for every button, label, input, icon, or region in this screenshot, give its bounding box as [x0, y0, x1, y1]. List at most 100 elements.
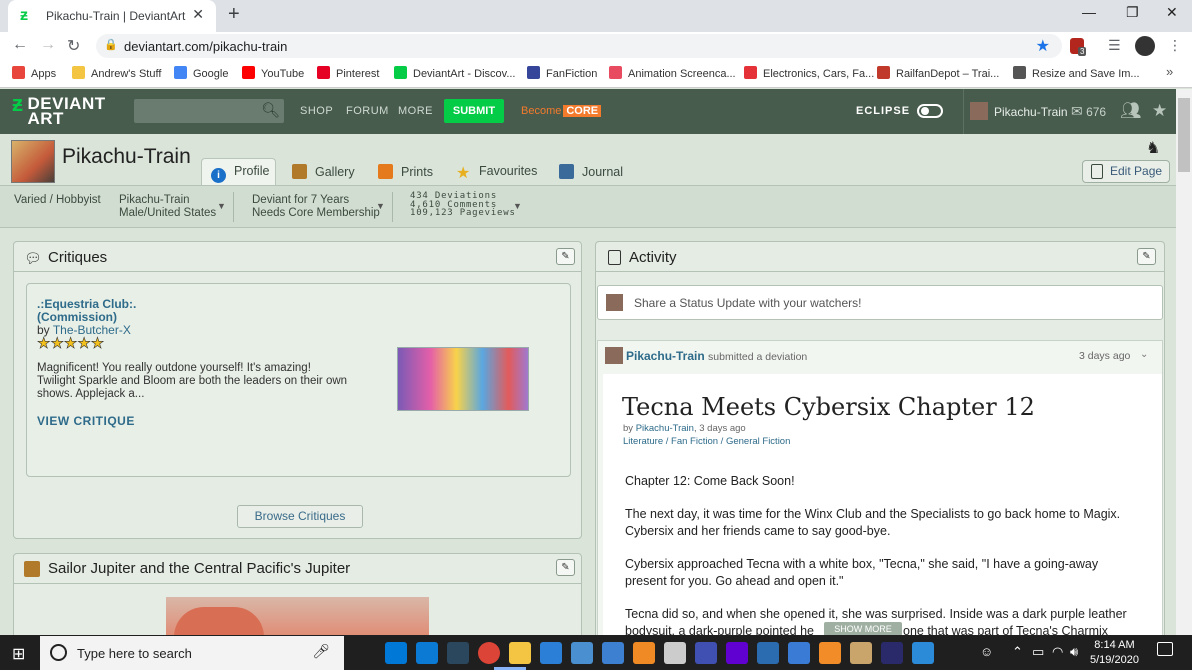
bookmark-item[interactable]: FanFiction — [527, 66, 597, 80]
yahoo-icon[interactable] — [726, 642, 748, 664]
tray-chevron-icon[interactable]: ⌃ — [1012, 644, 1023, 660]
activity-expand-icon[interactable]: ⌄ — [1140, 349, 1148, 360]
bookmark-item[interactable]: Google — [174, 66, 228, 80]
header-user-menu[interactable]: Pikachu-Train — [970, 102, 1068, 120]
bookmark-item[interactable]: Pinterest — [317, 66, 379, 80]
reload-button[interactable]: ↻ — [67, 36, 80, 56]
edit-page-button[interactable]: Edit Page — [1082, 160, 1170, 183]
featured-artwork-image[interactable] — [166, 597, 429, 637]
search-icon[interactable]: 🔍︎ — [261, 101, 280, 119]
da-search-input[interactable]: 🔍︎ — [134, 99, 284, 123]
browse-critiques-button[interactable]: Browse Critiques — [237, 505, 363, 528]
forward-button[interactable]: → — [40, 36, 56, 54]
bookmark-item[interactable]: Electronics, Cars, Fa... — [744, 66, 874, 80]
notes-app-icon[interactable] — [602, 642, 624, 664]
stats-dropdown-icon[interactable]: ▼ — [513, 201, 522, 211]
volume-icon[interactable]: 🔊︎ — [1070, 644, 1078, 660]
bookmark-item[interactable]: Animation Screenca... — [609, 66, 736, 80]
profile-avatar-image[interactable] — [11, 140, 55, 183]
taskbar-clock[interactable]: 8:14 AM 5/19/2020 — [1090, 638, 1139, 668]
browser-tab[interactable]: ƶ Pikachu-Train | DeviantArt ✕ — [8, 0, 216, 32]
become-core-link[interactable]: Become CORE — [521, 105, 602, 117]
bookmark-item[interactable]: Resize and Save Im... — [1013, 66, 1140, 80]
scrollbar-thumb[interactable] — [1178, 98, 1190, 172]
vlc-icon[interactable] — [819, 642, 841, 664]
notes-button[interactable]: ✉ 676 — [1071, 103, 1106, 120]
paint-icon[interactable] — [664, 642, 686, 664]
user-info-dropdown-icon[interactable]: ▼ — [217, 201, 226, 211]
edit-critiques-button[interactable]: ✎ — [556, 248, 575, 265]
people-icon[interactable]: ☺ — [980, 644, 993, 659]
bookmark-label: Animation Screenca... — [628, 68, 736, 80]
app-window-icon[interactable] — [788, 642, 810, 664]
more-bookmarks-icon[interactable]: » — [1166, 64, 1173, 79]
app-icon[interactable] — [757, 642, 779, 664]
critique-title-line1[interactable]: .:Equestria Club:. — [37, 297, 136, 311]
photo-app-icon[interactable] — [850, 642, 872, 664]
microsoft-store-icon[interactable] — [385, 642, 407, 664]
deviation-author-link[interactable]: Pikachu-Train — [636, 423, 694, 434]
cloud-app-icon[interactable] — [881, 642, 903, 664]
bookmark-item[interactable]: Apps — [12, 66, 56, 80]
new-tab-button[interactable]: + — [228, 3, 240, 26]
tablet-app-icon[interactable] — [571, 642, 593, 664]
close-tab-icon[interactable]: ✕ — [192, 6, 204, 23]
activity-user-avatar[interactable] — [605, 347, 623, 364]
restore-button[interactable]: ❐ — [1126, 4, 1139, 21]
notifications-icon[interactable] — [1157, 642, 1173, 656]
deviation-title[interactable]: Tecna Meets Cybersix Chapter 12 — [622, 393, 1035, 421]
status-update-input[interactable]: Share a Status Update with your watchers… — [597, 285, 1163, 320]
bookmark-item[interactable]: RailfanDepot – Trai... — [877, 66, 999, 80]
address-bar[interactable]: 🔒 deviantart.com/pikachu-train ★ — [96, 34, 1062, 58]
windows-start-icon[interactable]: ⊞ — [12, 644, 25, 664]
battery-icon[interactable]: ▭ — [1032, 644, 1044, 660]
critique-artwork-thumbnail[interactable] — [397, 347, 529, 411]
browser-menu-icon[interactable]: ⋮ — [1168, 37, 1182, 54]
membership-dropdown-icon[interactable]: ▼ — [376, 201, 385, 211]
image-app-icon[interactable] — [912, 642, 934, 664]
nav-forum[interactable]: FORUM — [346, 105, 389, 117]
bookmark-item[interactable]: YouTube — [242, 66, 304, 80]
close-window-button[interactable]: ✕ — [1166, 4, 1178, 21]
steam-icon[interactable] — [447, 642, 469, 664]
favourites-star-icon[interactable]: ★ — [1152, 101, 1167, 121]
deviantart-logo[interactable]: ƶ DEVIANT ART — [12, 93, 106, 128]
llama-badge-icon[interactable]: ♞ — [1146, 138, 1160, 158]
game-icon[interactable] — [695, 642, 717, 664]
tab-profile[interactable]: i Profile — [211, 164, 269, 186]
back-button[interactable]: ← — [12, 36, 28, 54]
bookmark-star-icon[interactable]: ★ — [1036, 36, 1050, 56]
wifi-icon[interactable]: ◠ — [1052, 644, 1063, 660]
media-queue-icon[interactable]: ☰ — [1108, 37, 1121, 54]
profile-name[interactable]: Pikachu-Train — [62, 145, 191, 169]
media-player-icon[interactable] — [633, 642, 655, 664]
minimize-button[interactable]: — — [1082, 4, 1096, 20]
submit-button[interactable]: SUBMIT — [444, 99, 504, 123]
tab-journal[interactable]: Journal — [559, 164, 623, 186]
show-more-button[interactable]: SHOW MORE — [824, 622, 902, 636]
edit-activity-button[interactable]: ✎ — [1137, 248, 1156, 265]
task-view-icon[interactable] — [354, 642, 376, 664]
eclipse-toggle[interactable] — [917, 104, 943, 118]
nav-more[interactable]: MORE — [398, 105, 433, 117]
edge-icon[interactable] — [416, 642, 438, 664]
edit-featured-button[interactable]: ✎ — [556, 559, 575, 576]
microphone-icon[interactable]: 🎤︎ — [312, 643, 330, 660]
deviation-category[interactable]: Literature / Fan Fiction / General Ficti… — [623, 436, 790, 447]
watch-icon[interactable]: 👥︎ — [1120, 101, 1142, 121]
tab-prints[interactable]: Prints — [378, 164, 433, 186]
file-explorer-icon[interactable] — [509, 642, 531, 664]
activity-user-link[interactable]: Pikachu-Train — [626, 349, 705, 363]
taskbar-search-input[interactable]: Type here to search 🎤︎ — [40, 636, 344, 670]
critique-title-line2[interactable]: (Commission) — [37, 310, 117, 324]
tab-gallery[interactable]: Gallery — [292, 164, 355, 186]
chrome-icon[interactable] — [478, 642, 500, 664]
bookmark-item[interactable]: DeviantArt - Discov... — [394, 66, 516, 80]
url-text: deviantart.com/pikachu-train — [124, 39, 288, 54]
view-critique-link[interactable]: VIEW CRITIQUE — [37, 414, 135, 428]
nav-shop[interactable]: SHOP — [300, 105, 333, 117]
mail-app-icon[interactable] — [540, 642, 562, 664]
tab-favourites[interactable]: ★ Favourites — [456, 164, 537, 186]
bookmark-item[interactable]: Andrew's Stuff — [72, 66, 161, 80]
profile-avatar[interactable] — [1135, 36, 1155, 56]
